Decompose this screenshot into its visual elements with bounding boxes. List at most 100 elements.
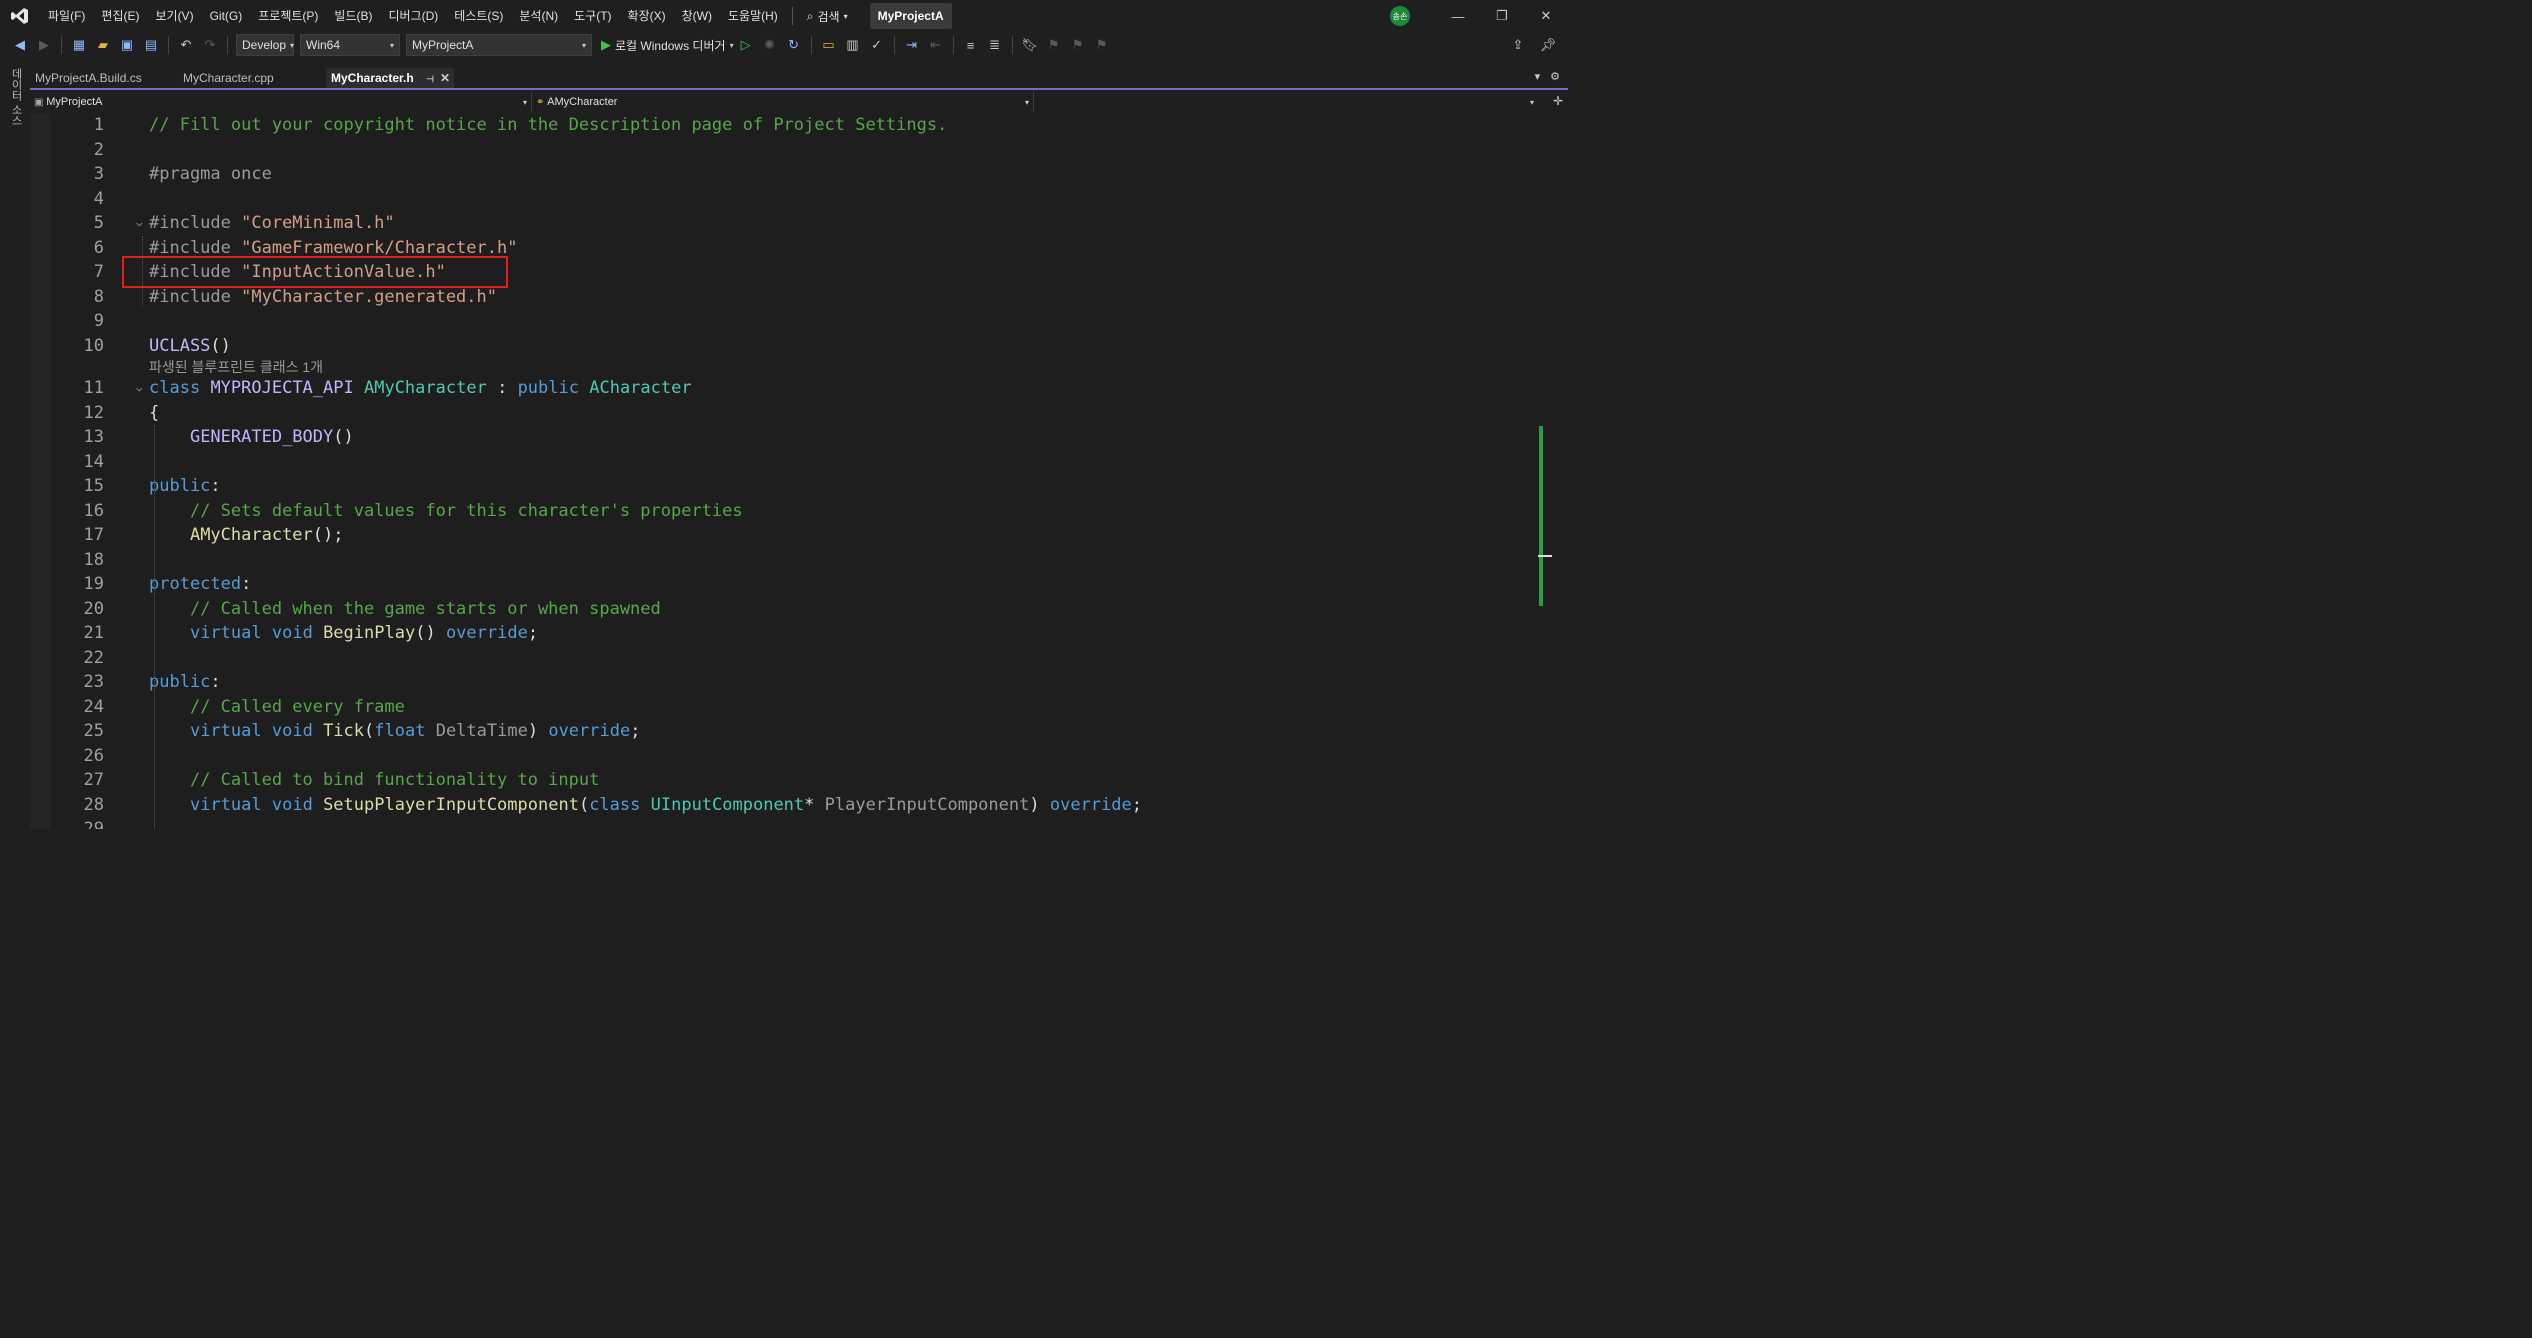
left-tool-sidebar: 데이터 소스 — [0, 58, 30, 829]
clear-bookmarks-icon[interactable]: ⚑ — [1092, 35, 1112, 55]
code-line[interactable]: 11 ⌵ class MYPROJECTA_API AMyCharacter : p… — [50, 376, 1538, 400]
codelens-hint[interactable]: 파생된 블루프린트 클래스 1개 — [149, 358, 323, 376]
code-line[interactable]: 1 // Fill out your copyright notice in th… — [50, 114, 1538, 137]
code-line[interactable]: 15 public: — [50, 474, 1538, 498]
menu-item[interactable]: 테스트(S) — [446, 0, 511, 32]
code-line[interactable]: 4 — [50, 187, 1538, 211]
menu-item[interactable]: 편집(E) — [93, 0, 147, 32]
code-line[interactable]: 12 { — [50, 401, 1538, 425]
code-line[interactable]: 8 #include "MyCharacter.generated.h" — [50, 285, 1538, 309]
search-button[interactable]: ⌕ 검색 ▾ — [799, 8, 856, 25]
close-tab-icon[interactable]: ✕ — [440, 71, 450, 85]
menu-item[interactable]: 빌드(B) — [326, 0, 380, 32]
minimize-button[interactable]: — — [1436, 0, 1480, 32]
tab-build-cs[interactable]: MyProjectA.Build.cs — [30, 68, 170, 88]
visual-studio-logo-icon[interactable] — [0, 0, 40, 32]
open-file-icon[interactable]: ▰ — [93, 35, 113, 55]
tab-label: MyCharacter.cpp — [183, 71, 274, 85]
restore-button[interactable]: ❐ — [1480, 0, 1524, 32]
new-item-icon[interactable]: ▦ — [69, 35, 89, 55]
code-line[interactable]: 18 — [50, 548, 1538, 572]
project-name-badge[interactable]: MyProjectA — [869, 3, 952, 29]
vertical-scrollbar[interactable] — [1538, 114, 1552, 829]
chevron-down-icon[interactable]: ▾ — [730, 41, 734, 50]
code-line[interactable]: 17 AMyCharacter(); — [50, 523, 1538, 547]
split-editor-area: ✛ — [1550, 92, 1568, 829]
code-line[interactable]: 9 — [50, 309, 1538, 333]
startup-project-dropdown[interactable]: MyProjectA ▾ — [406, 34, 592, 56]
menu-item[interactable]: 파일(F) — [40, 0, 93, 32]
code-line[interactable]: 16 // Sets default values for this chara… — [50, 499, 1538, 523]
code-line[interactable]: 29 — [50, 817, 1538, 829]
tab-mycharacter-cpp[interactable]: MyCharacter.cpp — [178, 68, 318, 88]
code-line[interactable]: 23 public: — [50, 670, 1538, 694]
hot-reload-icon[interactable]: ✺ — [760, 35, 780, 55]
code-line[interactable]: 21 virtual void BeginPlay() override; — [50, 621, 1538, 645]
platform-dropdown[interactable]: Win64 ▾ — [300, 34, 400, 56]
project-scope-dropdown[interactable]: ▣ MyProjectA ▾ — [30, 92, 532, 112]
menu-item[interactable]: 분석(N) — [511, 0, 566, 32]
close-window-button[interactable]: ✕ — [1524, 0, 1568, 32]
restart-icon[interactable]: ↻ — [784, 35, 804, 55]
menu-item[interactable]: 디버그(D) — [380, 0, 446, 32]
code-line[interactable]: 13 GENERATED_BODY() — [50, 425, 1538, 449]
code-line[interactable]: 27 // Called to bind functionality to in… — [50, 768, 1538, 792]
back-icon[interactable]: ◀ — [10, 35, 30, 55]
menu-item[interactable]: Git(G) — [202, 0, 251, 32]
code-line[interactable]: 25 virtual void Tick(float DeltaTime) ov… — [50, 719, 1538, 743]
browse-icon[interactable]: ▭ — [819, 35, 839, 55]
step-over-icon[interactable]: ⇤ — [926, 35, 946, 55]
next-bookmark-icon[interactable]: ⚑ — [1068, 35, 1088, 55]
code-line[interactable]: 10 UCLASS() — [50, 334, 1538, 358]
step-icon[interactable]: ⇥ — [902, 35, 922, 55]
save-icon[interactable]: ▣ — [117, 35, 137, 55]
code-line[interactable]: 28 virtual void SetupPlayerInputComponen… — [50, 793, 1538, 817]
save-all-icon[interactable]: ▤ — [141, 35, 161, 55]
pin-icon[interactable]: 📌︎ — [1538, 35, 1558, 55]
pin-tab-icon[interactable]: ⊣ — [426, 74, 434, 84]
menu-item[interactable]: 보기(V) — [147, 0, 201, 32]
member-scope-dropdown[interactable]: ▾ — [1034, 92, 1538, 112]
code-text: // Fill out your copyright notice in the… — [149, 115, 948, 135]
settings-gear-icon[interactable]: ⚙ — [1550, 70, 1560, 83]
code-line[interactable]: 26 — [50, 744, 1538, 768]
code-line[interactable]: 19 protected: — [50, 572, 1538, 596]
tab-mycharacter-h[interactable]: MyCharacter.h ⊣ ✕ — [326, 68, 454, 88]
prev-bookmark-icon[interactable]: ⚑ — [1044, 35, 1064, 55]
uncomment-lines-icon[interactable]: ≣ — [985, 35, 1005, 55]
configuration-dropdown[interactable]: Develop ▾ — [236, 34, 294, 56]
data-sources-tab[interactable]: 데이터 소스 — [8, 68, 24, 126]
project-icon: ▣ — [34, 97, 47, 108]
code-line[interactable]: 22 — [50, 646, 1538, 670]
code-line[interactable]: 20 // Called when the game starts or whe… — [50, 597, 1538, 621]
debug-target-label[interactable]: 로컬 Windows 디버거 — [615, 37, 726, 54]
code-line[interactable]: 2 — [50, 138, 1538, 162]
layout-icon[interactable]: ▥ — [843, 35, 863, 55]
tab-list-dropdown-icon[interactable]: ▾ — [1535, 70, 1541, 83]
code-line[interactable]: 14 — [50, 450, 1538, 474]
type-scope-dropdown[interactable]: ⚭ AMyCharacter ▾ — [532, 92, 1034, 112]
undo-icon[interactable]: ↶ — [176, 35, 196, 55]
fold-chevron-icon[interactable]: ⌵ — [136, 376, 143, 400]
split-icon[interactable]: ✛ — [1553, 94, 1563, 108]
menu-item[interactable]: 도구(T) — [566, 0, 619, 32]
scroll-thumb-marker[interactable] — [1538, 555, 1552, 557]
comment-lines-icon[interactable]: ≡ — [961, 35, 981, 55]
code-line[interactable]: 5 ⌵ #include "CoreMinimal.h" — [50, 211, 1538, 235]
fold-chevron-icon[interactable]: ⌵ — [136, 211, 143, 235]
code-line[interactable]: 3 #pragma once — [50, 162, 1538, 186]
code-line[interactable]: 24 // Called every frame — [50, 695, 1538, 719]
start-debugging-icon[interactable]: ▶ — [601, 37, 611, 53]
menu-item[interactable]: 도움말(H) — [720, 0, 786, 32]
menu-item[interactable]: 창(W) — [674, 0, 720, 32]
bookmark-icon[interactable]: 🔖︎ — [1020, 35, 1040, 55]
share-icon[interactable]: ⇪ — [1508, 35, 1528, 55]
start-without-debugging-icon[interactable]: ▷ — [736, 35, 756, 55]
menu-item[interactable]: 확장(X) — [620, 0, 674, 32]
code-editor[interactable]: 1 // Fill out your copyright notice in th… — [30, 114, 1538, 829]
redo-icon[interactable]: ↷ — [200, 35, 220, 55]
avatar[interactable]: 송손 — [1390, 6, 1410, 26]
menu-item[interactable]: 프로젝트(P) — [250, 0, 326, 32]
spellcheck-icon[interactable]: ✓ — [867, 35, 887, 55]
forward-icon[interactable]: ▶ — [34, 35, 54, 55]
